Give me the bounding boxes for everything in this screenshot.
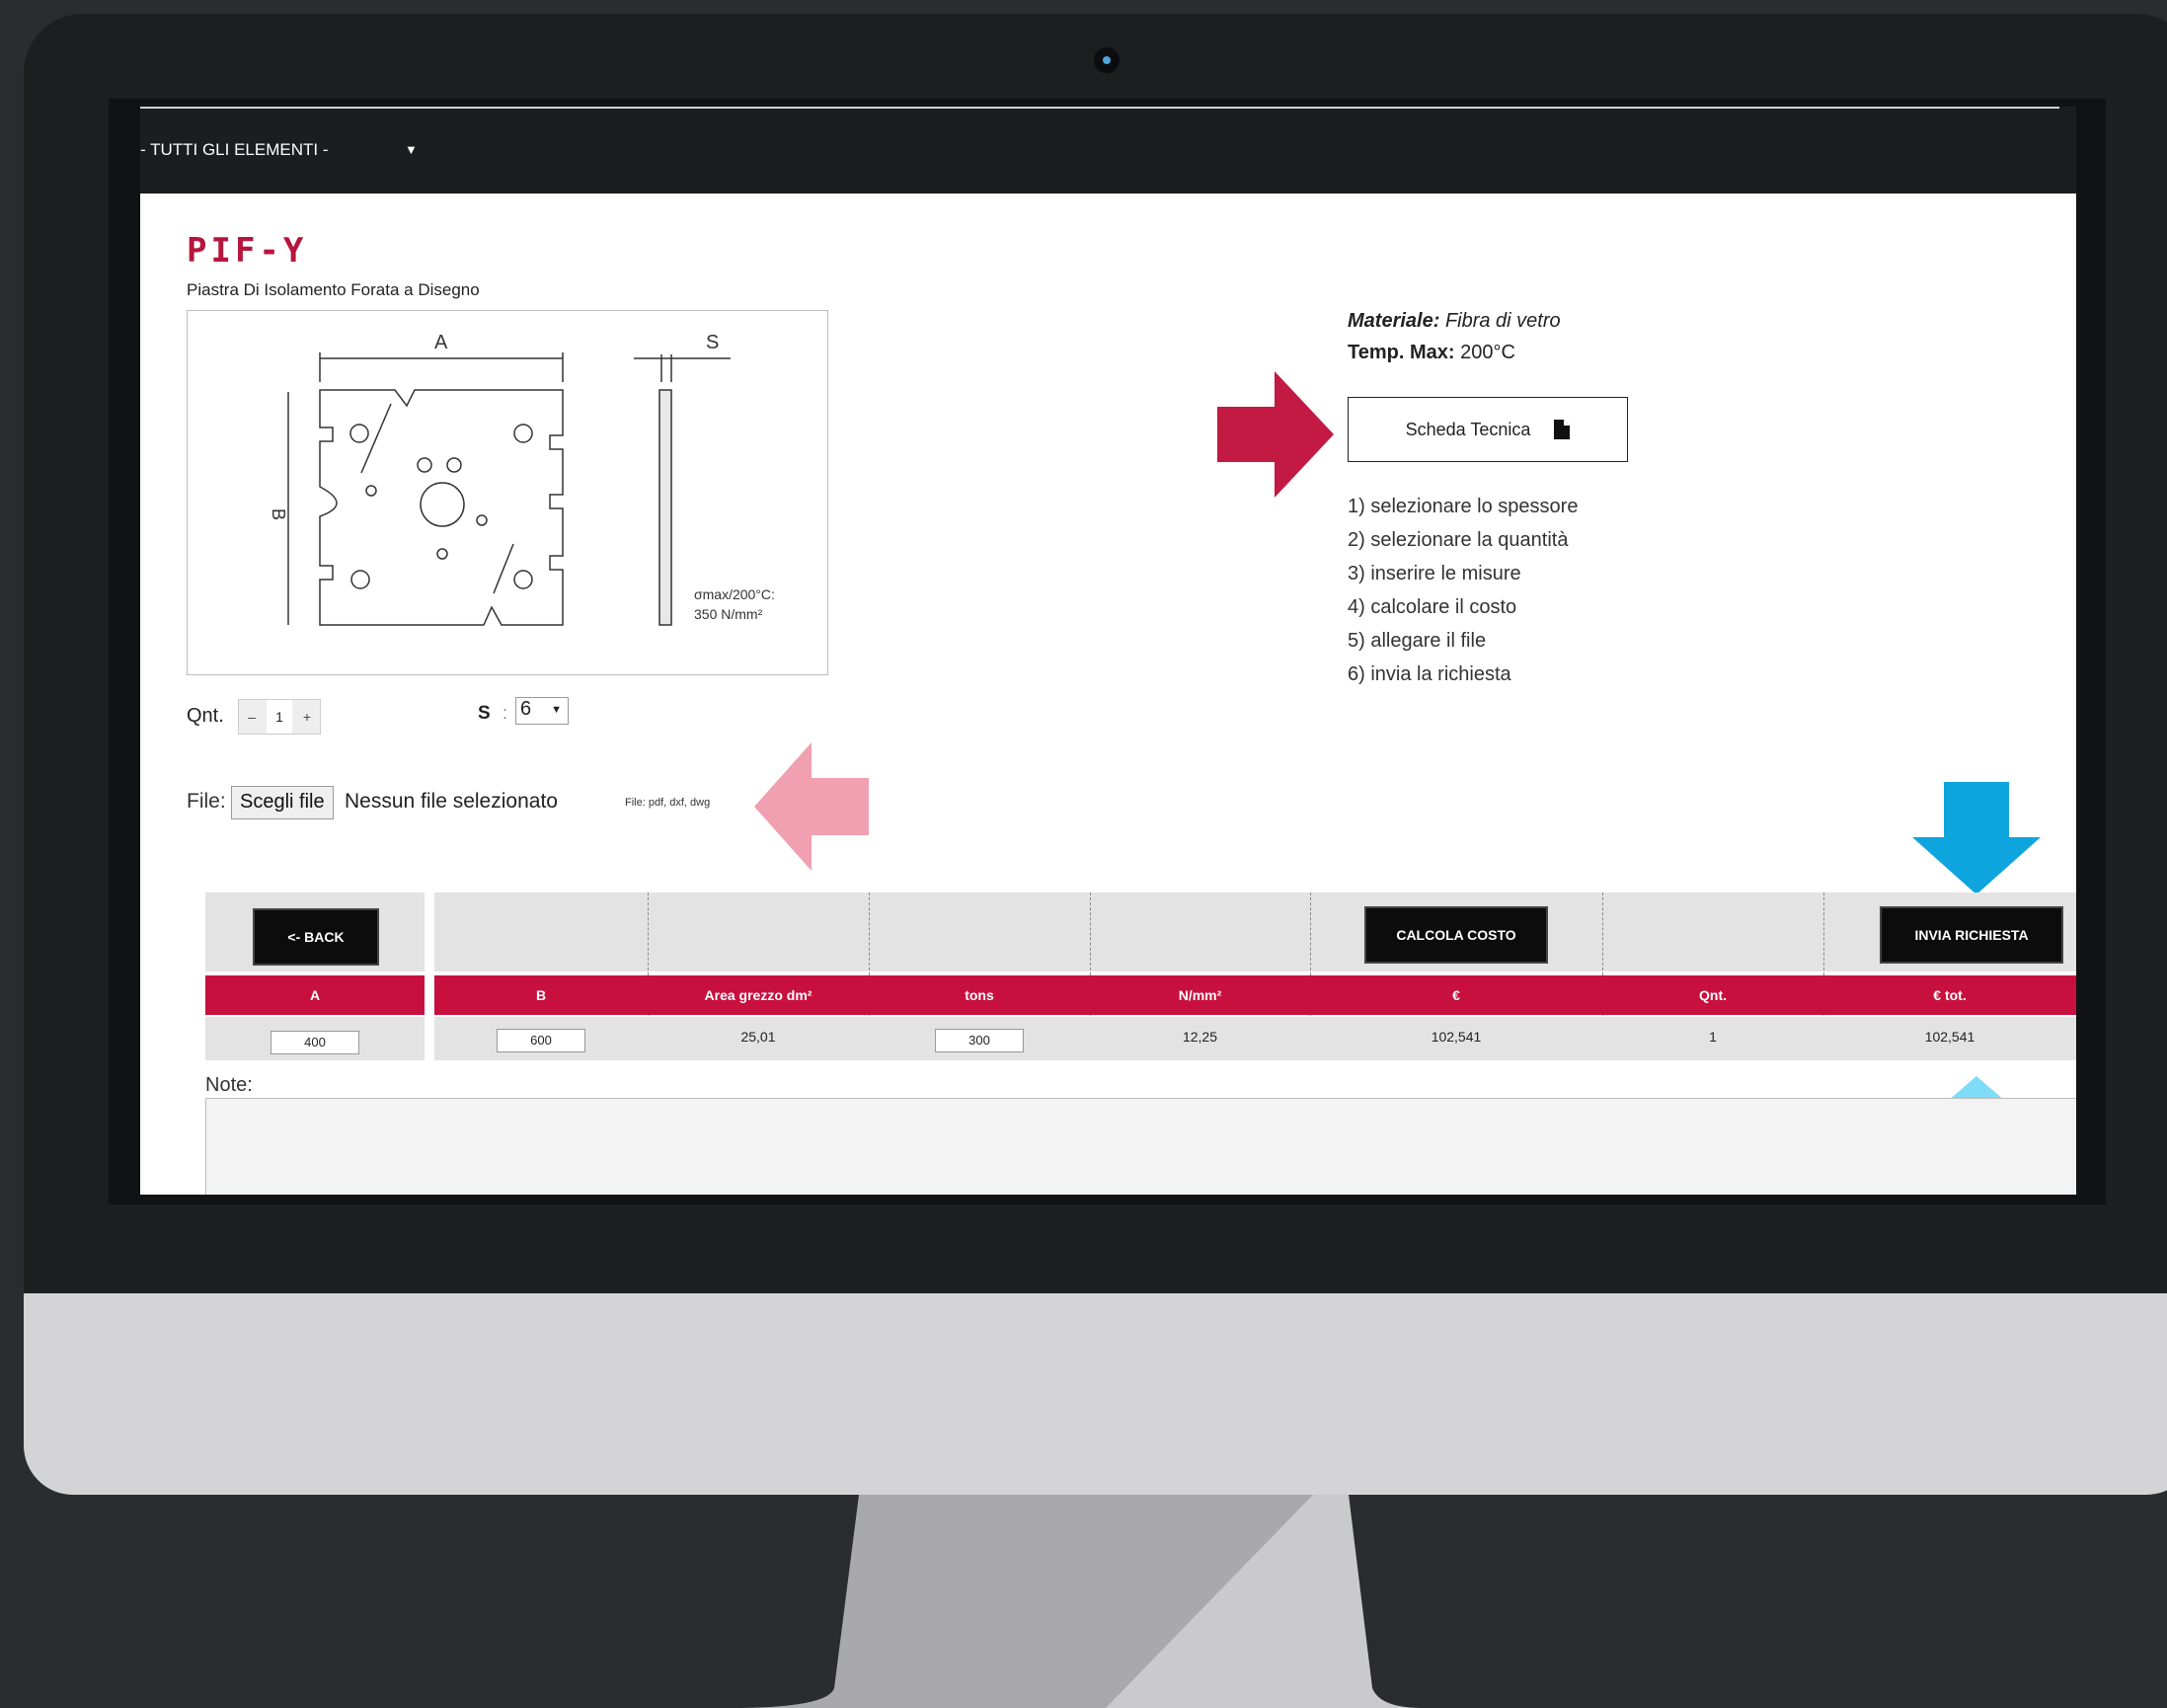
temp-value: 200°C bbox=[1460, 342, 1515, 363]
dim-b-label: B bbox=[269, 508, 288, 520]
note-label: Note: bbox=[205, 1074, 253, 1096]
material-label: Materiale: bbox=[1348, 310, 1440, 332]
product-code: PIF-Y bbox=[187, 231, 308, 271]
eur-tot-value: 102,541 bbox=[1924, 1029, 1975, 1045]
caret-down-icon: ▼ bbox=[551, 704, 562, 716]
header-a: A bbox=[205, 975, 425, 1015]
strength-label: 350 N/mm² bbox=[694, 606, 763, 622]
send-request-button[interactable]: INVIA RICHIESTA bbox=[1880, 906, 2063, 964]
step-item: 1) selezionare lo spessore bbox=[1348, 496, 1579, 517]
calculate-cost-button[interactable]: CALCOLA COSTO bbox=[1364, 906, 1548, 964]
qnt-minus-button[interactable]: – bbox=[239, 709, 265, 725]
thickness-value: 6 bbox=[520, 698, 532, 720]
area-value: 25,01 bbox=[740, 1029, 776, 1045]
qnt-cell-value: 1 bbox=[1709, 1029, 1717, 1045]
dimension-b-input[interactable]: 600 bbox=[497, 1029, 585, 1052]
tons-input[interactable]: 300 bbox=[935, 1029, 1024, 1052]
file-label: File: bbox=[187, 790, 226, 813]
dim-s-label: S bbox=[706, 332, 719, 353]
temp-info: Temp. Max: 200°C bbox=[1348, 342, 1515, 364]
top-bar: - TUTTI GLI ELEMENTI - ▼ bbox=[140, 107, 2076, 194]
steps-list: 1) selezionare lo spessore 2) selezionar… bbox=[1348, 490, 1578, 691]
choose-file-button[interactable]: Scegli file bbox=[231, 786, 334, 819]
step-item: 6) invia la richiesta bbox=[1348, 663, 1511, 685]
step-item: 2) selezionare la quantità bbox=[1348, 529, 1569, 551]
top-divider bbox=[140, 107, 2059, 109]
dimension-a-input[interactable]: 400 bbox=[271, 1031, 359, 1054]
header-tons: tons bbox=[869, 975, 1090, 1015]
qnt-plus-button[interactable]: + bbox=[294, 709, 320, 725]
datasheet-label: Scheda Tecnica bbox=[1405, 419, 1531, 439]
back-button[interactable]: <- BACK bbox=[253, 908, 379, 966]
sigma-label: σmax/200°C: bbox=[694, 586, 775, 602]
material-value: Fibra di vetro bbox=[1444, 310, 1561, 332]
file-icon bbox=[1554, 420, 1571, 439]
qnt-value[interactable]: 1 bbox=[267, 700, 292, 734]
arrow-left-icon bbox=[754, 742, 869, 871]
note-textarea[interactable] bbox=[205, 1098, 2076, 1195]
webcam bbox=[1094, 47, 1120, 73]
header-qnt: Qnt. bbox=[1602, 975, 1823, 1015]
category-select[interactable]: - TUTTI GLI ELEMENTI - bbox=[140, 140, 328, 160]
header-area: Area grezzo dm² bbox=[648, 975, 869, 1015]
table-button-row bbox=[434, 893, 2076, 971]
step-item: 4) calcolare il costo bbox=[1348, 596, 1517, 618]
technical-drawing: A B S σmax/200°C: 350 N/mm² bbox=[187, 310, 828, 675]
temp-label: Temp. Max: bbox=[1348, 342, 1455, 363]
datasheet-button[interactable]: Scheda Tecnica bbox=[1348, 397, 1628, 462]
header-b: B bbox=[434, 975, 648, 1015]
plate-drawing: A B S σmax/200°C: 350 N/mm² bbox=[269, 332, 775, 626]
file-hint: File: pdf, dxf, dwg bbox=[625, 797, 711, 809]
header-eur-tot: € tot. bbox=[1823, 975, 2076, 1015]
step-item: 5) allegare il file bbox=[1348, 630, 1487, 652]
quantity-stepper[interactable]: – 1 + bbox=[238, 699, 321, 735]
thickness-colon: : bbox=[503, 703, 508, 723]
arrow-down-icon bbox=[1912, 782, 2041, 894]
material-info: Materiale: Fibra di vetro bbox=[1348, 310, 1561, 333]
product-subtitle: Piastra Di Isolamento Forata a Disegno bbox=[187, 280, 480, 299]
qnt-label: Qnt. bbox=[187, 705, 224, 727]
header-nmm: N/mm² bbox=[1090, 975, 1310, 1015]
dim-a-label: A bbox=[434, 332, 448, 353]
eur-value: 102,541 bbox=[1431, 1029, 1482, 1045]
file-status: Nessun file selezionato bbox=[345, 790, 558, 813]
caret-down-icon[interactable]: ▼ bbox=[405, 142, 418, 157]
thickness-select[interactable]: 6 ▼ bbox=[515, 697, 569, 725]
arrow-right-icon bbox=[1217, 371, 1334, 498]
header-eur: € bbox=[1310, 975, 1602, 1015]
nmm-value: 12,25 bbox=[1182, 1029, 1218, 1045]
step-item: 3) inserire le misure bbox=[1348, 563, 1521, 584]
thickness-label: S bbox=[478, 703, 491, 724]
screen: - TUTTI GLI ELEMENTI - ▼ PIF-Y Piastra D… bbox=[140, 107, 2076, 1195]
